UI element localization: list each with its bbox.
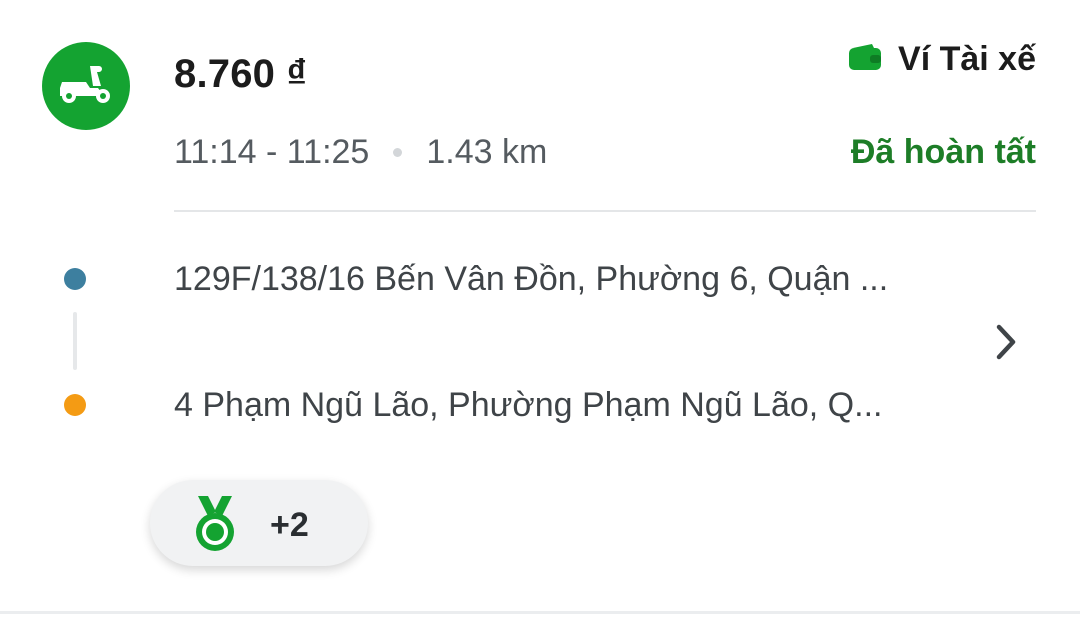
section-divider: [174, 210, 1036, 212]
dropoff-dot-icon: [64, 394, 86, 416]
achievement-badge-pill[interactable]: +2: [150, 480, 368, 566]
card-bottom-divider: [0, 611, 1080, 614]
payment-method: Ví Tài xế: [848, 40, 1036, 79]
trip-fare: 8.760 ₫: [174, 52, 308, 96]
medal-icon: [190, 494, 240, 554]
trip-meta: 11:14 - 11:25 1.43 km: [174, 133, 547, 172]
route-connector-line: [73, 312, 77, 370]
vehicle-type-badge: [42, 42, 130, 130]
trip-status: Đã hoàn tất: [850, 133, 1036, 171]
wallet-icon: [848, 43, 882, 76]
separator-dot: [393, 148, 403, 157]
pickup-address: 129F/138/16 Bến Vân Đồn, Phường 6, Quận …: [174, 260, 889, 298]
dropoff-address: 4 Phạm Ngũ Lão, Phường Phạm Ngũ Lão, Q..…: [174, 386, 883, 424]
trip-time-range: 11:14 - 11:25: [174, 133, 370, 171]
trip-history-card[interactable]: 8.760 ₫ Ví Tài xế 11:14 - 11:25 1.43 km …: [0, 0, 1080, 617]
chevron-right-icon[interactable]: [986, 318, 1026, 366]
pickup-dot-icon: [64, 268, 86, 290]
scooter-icon: [56, 62, 116, 111]
badge-count: +2: [270, 506, 309, 544]
trip-distance: 1.43 km: [426, 133, 548, 171]
payment-method-label: Ví Tài xế: [898, 40, 1036, 78]
